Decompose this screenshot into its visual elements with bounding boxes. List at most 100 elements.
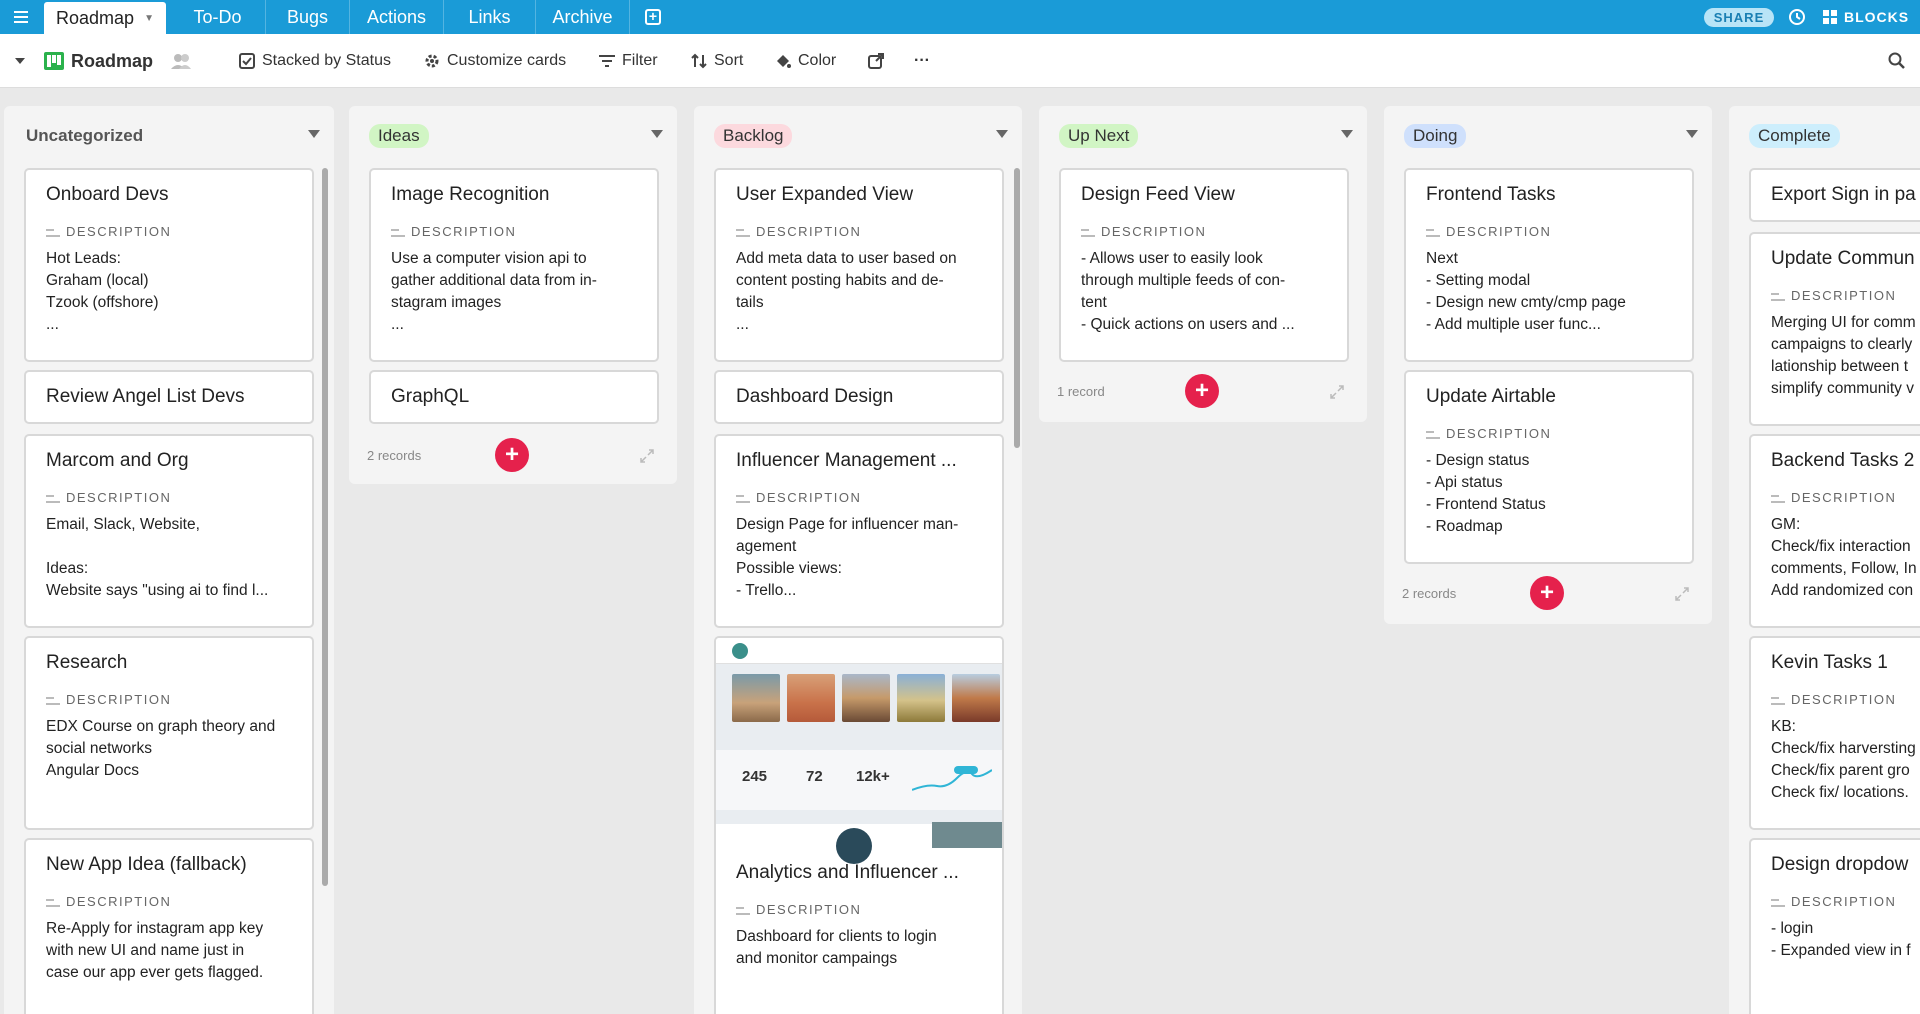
chevron-down-icon[interactable] (651, 130, 663, 138)
long-text-icon (391, 227, 405, 237)
record-card[interactable]: Update Commun DESCRIPTION Merging UI for… (1749, 232, 1920, 426)
record-card[interactable]: Kevin Tasks 1 DESCRIPTION KB: Check/fix … (1749, 636, 1920, 830)
record-card[interactable]: New App Idea (fallback) DESCRIPTION Re-A… (24, 838, 314, 1014)
share-view-icon[interactable] (868, 34, 891, 88)
tab-to-do[interactable]: To-Do (170, 0, 266, 34)
tab-bar: Roadmap ▼ To-Do Bugs Actions Links Archi… (0, 0, 1920, 34)
view-switcher[interactable]: Roadmap (44, 34, 153, 88)
add-table-icon[interactable]: + (645, 9, 661, 25)
long-text-icon (1771, 897, 1785, 907)
tab-actions[interactable]: Actions (350, 0, 444, 34)
record-card[interactable]: Dashboard Design (714, 370, 1004, 424)
card-title: Research (46, 652, 128, 673)
description-label: DESCRIPTION (1771, 288, 1896, 303)
add-record-button[interactable]: + (1185, 374, 1219, 408)
tab-roadmap[interactable]: Roadmap ▼ (44, 2, 166, 34)
hamburger-menu-icon[interactable] (0, 0, 42, 34)
view-toolbar: Roadmap Stacked by Status Customize card… (0, 34, 1920, 88)
record-card[interactable]: Export Sign in pa (1749, 168, 1920, 222)
description-label-text: DESCRIPTION (1446, 426, 1552, 441)
chevron-down-icon[interactable] (308, 130, 320, 138)
color-button[interactable]: Color (775, 34, 836, 88)
description-label-text: DESCRIPTION (66, 224, 172, 239)
description-label-text: DESCRIPTION (1791, 692, 1897, 707)
add-record-button[interactable]: + (495, 438, 529, 472)
record-card[interactable]: Marcom and Org DESCRIPTION Email, Slack,… (24, 434, 314, 628)
description-label: DESCRIPTION (46, 224, 171, 239)
card-description: Dashboard for clients to login and monit… (736, 928, 937, 967)
card-title: Review Angel List Devs (46, 386, 245, 407)
record-card[interactable]: Update Airtable DESCRIPTION - Design sta… (1404, 370, 1694, 564)
column-scrollbar[interactable] (322, 168, 328, 886)
long-text-icon (1426, 429, 1440, 439)
blocks-button[interactable]: BLOCKS (1822, 7, 1909, 27)
stack-icon (239, 53, 255, 69)
history-icon[interactable] (1788, 8, 1806, 26)
card-title: Dashboard Design (736, 386, 894, 407)
long-text-icon (46, 493, 60, 503)
record-card[interactable]: Design Feed View DESCRIPTION - Allows us… (1059, 168, 1349, 362)
card-description: Hot Leads: Graham (local) Tzook (offshor… (46, 250, 159, 333)
long-text-icon (46, 897, 60, 907)
expand-icon[interactable] (1674, 586, 1690, 602)
column-doing: Doing Frontend Tasks DESCRIPTION Next - … (1384, 106, 1712, 624)
chevron-down-icon[interactable] (996, 130, 1008, 138)
record-card[interactable]: 245 72 12k+ Analytics and Influencer ...… (714, 636, 1004, 1014)
description-label: DESCRIPTION (736, 902, 861, 917)
customize-cards-button[interactable]: Customize cards (424, 34, 566, 88)
record-card[interactable]: Review Angel List Devs (24, 370, 314, 424)
record-card[interactable]: Research DESCRIPTION EDX Course on graph… (24, 636, 314, 830)
views-toggle-icon[interactable] (14, 34, 33, 88)
record-card[interactable]: Image Recognition DESCRIPTION Use a comp… (369, 168, 659, 362)
filter-button[interactable]: Filter (599, 34, 658, 88)
tab-label: To-Do (193, 6, 242, 27)
description-label-text: DESCRIPTION (1791, 490, 1897, 505)
chevron-down-icon[interactable] (1686, 130, 1698, 138)
card-description: Re-Apply for instagram app key with new … (46, 920, 264, 981)
column-footer: 2 records + (349, 436, 677, 476)
column-footer: 1 record + (1039, 372, 1367, 412)
kanban-view-icon (44, 52, 64, 70)
record-card[interactable]: Onboard Devs DESCRIPTION Hot Leads: Grah… (24, 168, 314, 362)
record-card[interactable]: Design dropdow DESCRIPTION - login - Exp… (1749, 838, 1920, 1014)
chevron-down-icon[interactable]: ▼ (144, 13, 154, 24)
record-card[interactable]: GraphQL (369, 370, 659, 424)
expand-icon[interactable] (1329, 384, 1345, 400)
description-label-text: DESCRIPTION (756, 224, 862, 239)
card-description: Merging UI for comm campaigns to clearly… (1771, 314, 1916, 397)
column-header: Up Next (1039, 106, 1367, 162)
record-card[interactable]: Influencer Management ... DESCRIPTION De… (714, 434, 1004, 628)
search-icon[interactable] (1888, 34, 1913, 88)
description-label: DESCRIPTION (391, 224, 516, 239)
card-description: - Design status - Api status - Frontend … (1426, 452, 1546, 535)
long-text-icon (1426, 227, 1440, 237)
landscape-thumbnail (842, 674, 890, 722)
record-card[interactable]: Backend Tasks 2 DESCRIPTION GM: Check/fi… (1749, 434, 1920, 628)
sort-icon (691, 53, 707, 69)
description-label-text: DESCRIPTION (66, 894, 172, 909)
add-record-button[interactable]: + (1530, 576, 1564, 610)
card-description: EDX Course on graph theory and social ne… (46, 718, 276, 779)
tab-label: Bugs (286, 6, 329, 27)
column-title: Backlog (714, 124, 793, 148)
share-button[interactable]: SHARE (1704, 8, 1774, 27)
collaborators-icon[interactable] (170, 34, 199, 88)
chevron-down-icon[interactable] (1341, 130, 1353, 138)
tab-links[interactable]: Links (444, 0, 536, 34)
column-scrollbar[interactable] (1014, 168, 1020, 448)
card-title: User Expanded View (736, 184, 914, 205)
view-name: Roadmap (71, 50, 154, 71)
record-card[interactable]: Frontend Tasks DESCRIPTION Next - Settin… (1404, 168, 1694, 362)
landscape-thumbnail (897, 674, 945, 722)
description-label-text: DESCRIPTION (66, 692, 172, 707)
tab-archive[interactable]: Archive (536, 0, 630, 34)
record-card[interactable]: User Expanded View DESCRIPTION Add meta … (714, 168, 1004, 362)
sort-label: Sort (714, 52, 744, 69)
tab-bugs[interactable]: Bugs (266, 0, 350, 34)
column-header: Complete (1729, 106, 1920, 162)
expand-icon[interactable] (639, 448, 655, 464)
sort-button[interactable]: Sort (691, 34, 743, 88)
description-label: DESCRIPTION (736, 224, 861, 239)
stacked-by-button[interactable]: Stacked by Status (239, 34, 391, 88)
more-options-button[interactable]: ··· (914, 34, 930, 88)
